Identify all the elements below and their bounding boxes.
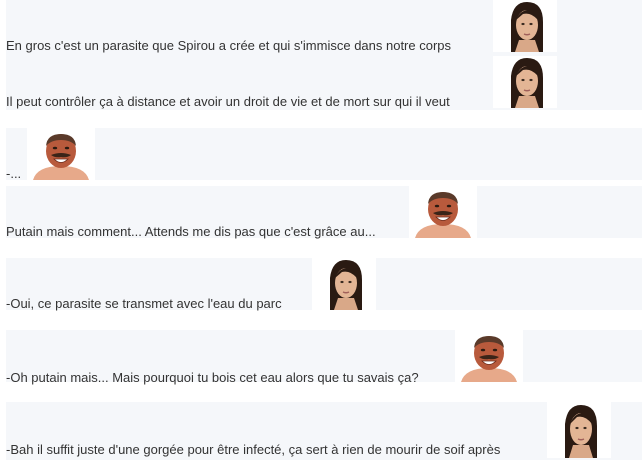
laughing-man-sticker[interactable]	[455, 330, 523, 382]
message-text: Putain mais comment... Attends me dis pa…	[6, 224, 376, 239]
woman-face-sticker[interactable]	[493, 0, 557, 52]
laughing-man-sticker[interactable]	[409, 186, 477, 238]
message-text: -Bah il suffit juste d'une gorgée pour ê…	[6, 442, 501, 457]
message-text: -Oh putain mais... Mais pourquoi tu bois…	[6, 370, 419, 385]
message-block	[6, 128, 642, 180]
message-text: -Oui, ce parasite se transmet avec l'eau…	[6, 296, 282, 311]
woman-face-sticker[interactable]	[493, 56, 557, 108]
message-text: En gros c'est un parasite que Spirou a c…	[6, 38, 452, 53]
message-text: Il peut contrôler ça à distance et avoir…	[6, 94, 450, 109]
laughing-man-sticker[interactable]	[27, 128, 95, 180]
woman-face-sticker[interactable]	[547, 402, 611, 458]
message-text: -...	[6, 166, 22, 181]
woman-face-sticker[interactable]	[312, 258, 376, 310]
